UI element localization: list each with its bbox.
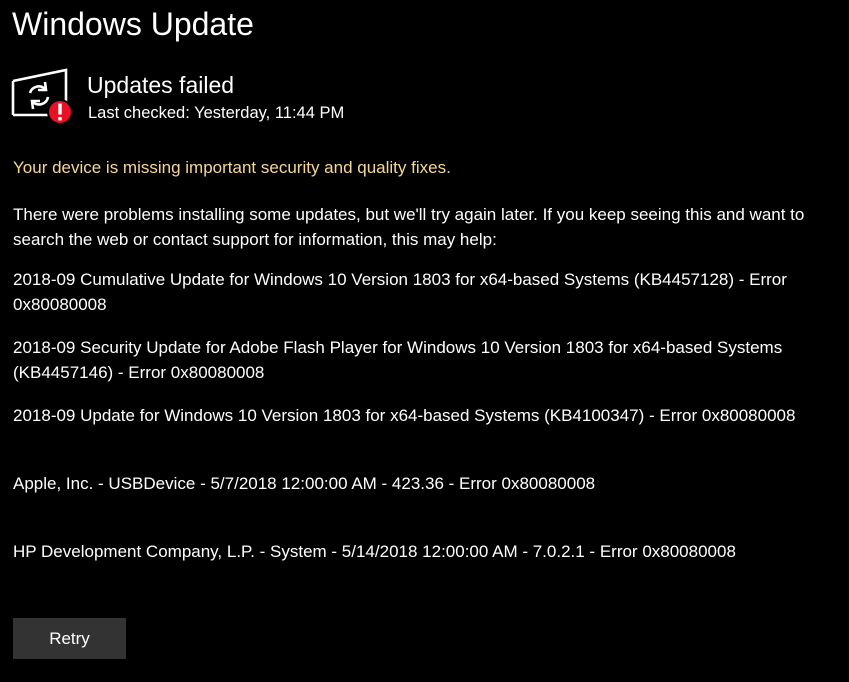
intro-text: There were problems installing some upda… [13,205,805,249]
failed-update-item: HP Development Company, L.P. - System - … [13,542,736,561]
failed-update-item: 2018-09 Cumulative Update for Windows 10… [13,270,787,314]
warning-message: Your device is missing important securit… [13,158,451,177]
sync-error-icon [11,68,73,125]
failed-update-item: 2018-09 Update for Windows 10 Version 18… [13,406,796,425]
failed-update-item: Apple, Inc. - USBDevice - 5/7/2018 12:00… [13,474,596,493]
last-checked-text: Last checked: Yesterday, 11:44 PM [88,104,345,122]
status-title: Updates failed [87,72,235,98]
retry-button[interactable]: Retry [13,618,126,659]
page-title: Windows Update [12,6,254,42]
failed-update-item: 2018-09 Security Update for Adobe Flash … [13,338,783,382]
